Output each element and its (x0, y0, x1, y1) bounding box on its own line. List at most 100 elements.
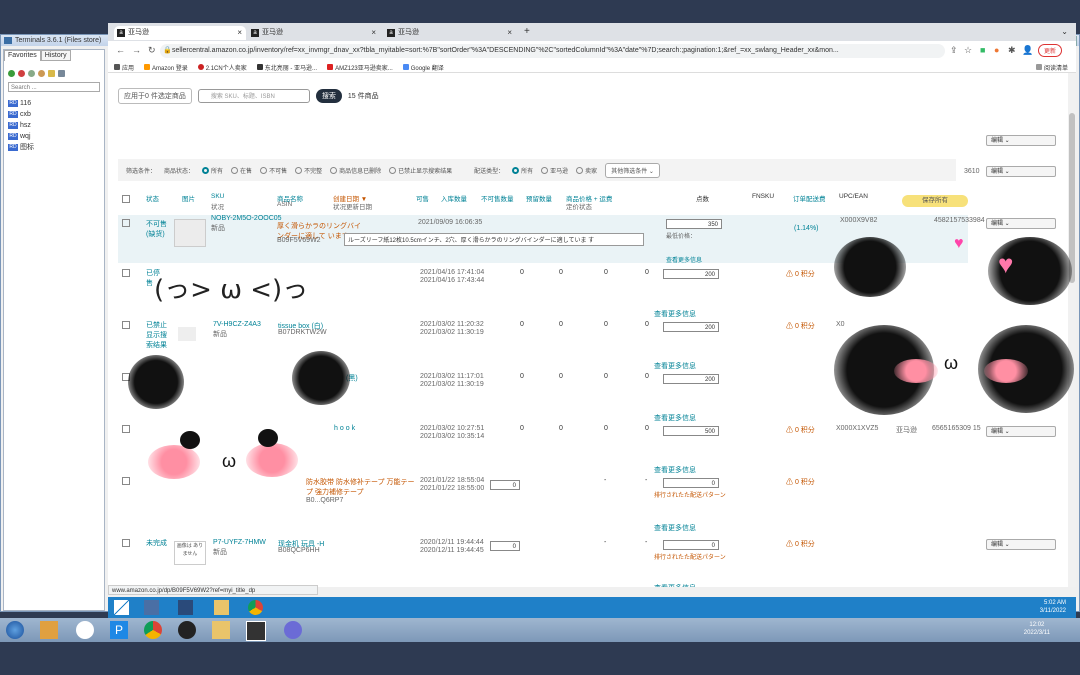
col-sku[interactable]: SKU (211, 193, 224, 200)
tree-item-hsz[interactable]: RD hsz (8, 120, 34, 131)
row-sku[interactable]: NOBY-2M5O-2OOC05 (211, 215, 282, 222)
p-app-icon[interactable]: P (110, 621, 128, 639)
product-image[interactable] (174, 219, 206, 247)
status-all-radio[interactable]: 所有 (202, 166, 223, 175)
back-icon[interactable]: ← (116, 45, 125, 55)
more-filters-dropdown[interactable]: 其他筛选条件 ⌄ (605, 162, 660, 178)
tree-item-cxb[interactable]: RD cxb (8, 109, 34, 120)
price-input[interactable]: 200 (663, 322, 719, 332)
bookmark-amz123[interactable]: AMZ123亚马逊卖家... (327, 63, 393, 72)
close-tab-icon[interactable]: × (507, 26, 512, 40)
extension-icon[interactable]: ■ (980, 45, 985, 55)
powershell-icon[interactable] (178, 600, 193, 615)
profile-icon[interactable]: 👤 (1022, 45, 1033, 56)
disconnect-icon[interactable] (18, 70, 25, 77)
status-deleted-radio[interactable]: 商品信息已删除 (330, 166, 381, 175)
reload-icon[interactable]: ↻ (148, 45, 156, 56)
server-manager-icon[interactable] (144, 600, 159, 615)
price-input[interactable]: 200 (663, 269, 719, 279)
forward-icon[interactable]: → (132, 45, 141, 55)
edit-dropdown[interactable]: 编辑 ⌄ (986, 135, 1056, 146)
col-unfulfillable[interactable]: 不可售数量 (481, 193, 514, 203)
browser-tab-3[interactable]: a 亚马逊 × (384, 26, 516, 40)
new-tab-button[interactable]: + (524, 26, 530, 37)
connect-icon[interactable] (8, 70, 15, 77)
row-checkbox[interactable] (122, 425, 130, 433)
row-checkbox[interactable] (122, 321, 130, 329)
add-icon[interactable] (28, 70, 35, 77)
obs-icon[interactable] (178, 621, 196, 639)
see-more-link[interactable]: 查看更多信息 (654, 413, 696, 423)
tree-item-116[interactable]: RD 116 (8, 98, 34, 109)
tree-item-wqj[interactable]: RD wqj (8, 131, 34, 142)
chrome-icon[interactable] (248, 600, 263, 615)
fulfil-amazon-radio[interactable]: 亚马逊 (541, 166, 568, 175)
qty-input[interactable]: 0 (490, 480, 520, 490)
tab-favorites[interactable]: Favorites (4, 50, 41, 61)
star-icon[interactable]: ☆ (964, 45, 972, 56)
tab-history[interactable]: History (40, 50, 71, 61)
reading-list[interactable]: 阅读清单 (1035, 63, 1068, 72)
search-button[interactable]: 搜索 (315, 89, 342, 103)
see-more-link[interactable]: 查看更多信息 (654, 361, 696, 371)
row-checkbox[interactable] (122, 219, 130, 227)
price-input[interactable]: 200 (663, 374, 719, 384)
start-orb-icon[interactable] (6, 621, 24, 639)
file-explorer-icon[interactable] (214, 600, 229, 615)
product-image[interactable] (178, 327, 196, 341)
row-checkbox[interactable] (122, 539, 130, 547)
edit-dropdown[interactable]: 编辑 ⌄ (986, 539, 1056, 550)
col-status[interactable]: 状态 (146, 193, 159, 203)
extension-icon-2[interactable]: ● (994, 45, 999, 55)
col-inbound[interactable]: 入库数量 (441, 193, 467, 203)
app-icon[interactable] (76, 621, 94, 639)
price-input[interactable]: 0 (663, 540, 719, 550)
see-more-link[interactable]: 查看更多信息 (654, 465, 696, 475)
see-more-link[interactable]: 查看更多信息 (654, 309, 696, 319)
bookmark-dongbei[interactable]: 东北亮丽 - 亚马逊... (256, 63, 317, 72)
status-incomplete-radio[interactable]: 不完整 (295, 166, 322, 175)
edit-dropdown[interactable]: 编辑 ⌄ (986, 218, 1056, 229)
globe-app-icon[interactable] (284, 621, 302, 639)
browser-tab-1[interactable]: a 亚马逊 × (114, 26, 246, 40)
see-more-link[interactable]: 查看更多信息 (654, 583, 696, 587)
see-more-link[interactable]: 查看更多信息 (666, 255, 702, 264)
save-all-button[interactable]: 保存所有 (902, 195, 968, 207)
start-icon[interactable] (114, 600, 129, 615)
folder-icon[interactable] (48, 70, 55, 77)
qty-input[interactable]: 0 (490, 541, 520, 551)
terminals-icon[interactable] (246, 621, 266, 641)
see-more-link[interactable]: 查看更多信息 (654, 523, 696, 533)
col-fee[interactable]: 订单配送费 (793, 193, 826, 203)
close-tab-icon[interactable]: × (371, 26, 376, 40)
row-status[interactable]: 未完成 (146, 538, 167, 548)
row-sku[interactable]: 7V-H9CZ-Z4A3 (213, 321, 261, 328)
folder-icon[interactable] (212, 621, 230, 639)
price-input[interactable]: 350 (666, 219, 722, 229)
row-checkbox[interactable] (122, 269, 130, 277)
row-status[interactable]: 不可售(缺货) (146, 219, 176, 239)
chrome-icon[interactable] (144, 621, 162, 639)
scrollbar-thumb[interactable] (1069, 113, 1075, 283)
bookmark-amazon-login[interactable]: Amazon 登录 (144, 63, 188, 72)
browser-tab-2[interactable]: a 亚马逊 × (248, 26, 380, 40)
puzzle-icon[interactable]: ✱ (1008, 45, 1016, 56)
edit-dropdown[interactable]: 编辑 ⌄ (986, 166, 1056, 177)
tab-search-icon[interactable]: ⌄ (1061, 27, 1068, 36)
row-checkbox[interactable] (122, 477, 130, 485)
close-tab-icon[interactable]: × (237, 26, 242, 40)
update-button[interactable]: 更新 (1038, 44, 1063, 57)
row-status[interactable]: 已禁止显示搜索结果 (146, 320, 172, 350)
media-player-icon[interactable] (40, 621, 58, 639)
bulk-action-select[interactable]: 应用于0 件选定商品 (118, 88, 192, 104)
fulfil-seller-radio[interactable]: 卖家 (576, 166, 597, 175)
status-suppressed-radio[interactable]: 已禁止显示搜索结果 (389, 166, 452, 175)
bookmark-google-translate[interactable]: Google 翻译 (402, 63, 444, 72)
col-available[interactable]: 可售 (416, 193, 429, 203)
select-all-checkbox[interactable] (122, 195, 130, 203)
inventory-search-input[interactable]: 搜索 SKU、标题、ISBN (197, 89, 310, 103)
row-sku[interactable]: P7-UYFZ-7HMW (213, 539, 266, 546)
edit-dropdown[interactable]: 编辑 ⌄ (986, 426, 1056, 437)
bookmark-apps[interactable]: 应用 (114, 63, 134, 72)
view-icon[interactable] (58, 70, 65, 77)
